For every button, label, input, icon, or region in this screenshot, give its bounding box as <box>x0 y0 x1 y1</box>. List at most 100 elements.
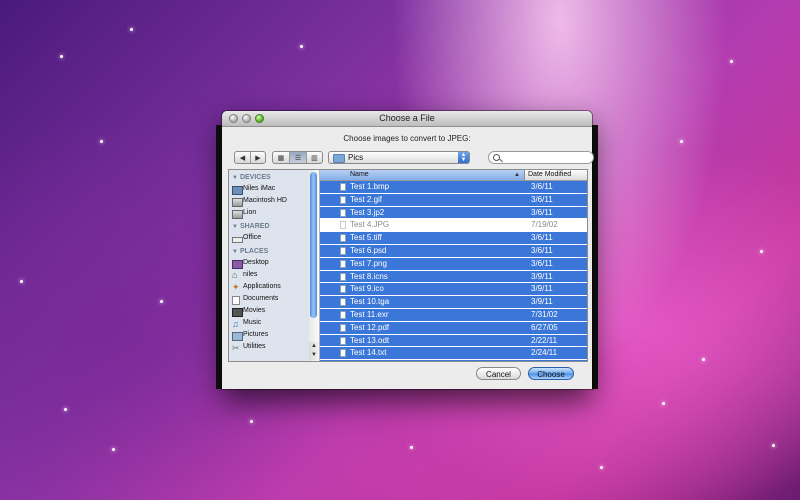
star <box>730 60 733 63</box>
list-view-icon[interactable]: ☰ <box>289 152 307 163</box>
star <box>300 45 303 48</box>
cancel-button[interactable]: Cancel <box>476 367 521 380</box>
file-name: Test 2.gif <box>350 194 383 204</box>
sidebar-section-places[interactable]: ▼ PLACES <box>229 244 309 257</box>
file-row[interactable]: Test 12.pdf 6/27/05 <box>320 321 587 335</box>
hard-drive-icon <box>232 198 243 207</box>
sidebar-item-label: Music <box>243 319 262 326</box>
star <box>250 420 253 423</box>
file-icon <box>340 310 346 319</box>
sidebar-item-lion[interactable]: Lion <box>229 207 309 219</box>
scroll-up-arrow-icon[interactable]: ▲ <box>309 342 319 351</box>
location-popup[interactable]: Pics ▲ ▼ <box>328 151 470 164</box>
file-row[interactable]: Test 9.ico 3/9/11 <box>320 283 587 297</box>
sidebar-section-devices[interactable]: ▼ DEVICES <box>229 170 309 183</box>
sidebar-item-music[interactable]: ♫ Music <box>229 317 309 329</box>
file-row[interactable]: Test 11.exr 7/31/02 <box>320 308 587 322</box>
star <box>160 300 163 303</box>
file-date: 3/6/11 <box>531 194 553 204</box>
file-date: 3/6/11 <box>531 245 553 255</box>
sidebar-section-shared[interactable]: ▼ SHARED <box>229 219 309 232</box>
sidebar-item-label: niles <box>243 271 258 278</box>
sidebar-item-macintosh-hd[interactable]: Macintosh HD <box>229 195 309 207</box>
file-icon <box>340 285 346 294</box>
file-list: Name ▲ Date Modified Test 1.bmp 3/6/11 Test… <box>320 170 587 361</box>
file-browser: ▼ DEVICES Niles iMac Macintosh HD Lion ▼ S… <box>228 169 588 362</box>
file-row[interactable]: Test 2.gif 3/6/11 <box>320 193 587 207</box>
file-name: Test 15.rtf <box>350 360 385 361</box>
forward-arrow-icon[interactable]: ▶ <box>251 152 265 163</box>
disclosure-triangle-icon: ▼ <box>232 249 238 255</box>
sidebar-item-label: Niles iMac <box>243 185 276 192</box>
sidebar-item-niles-imac[interactable]: Niles iMac <box>229 183 309 195</box>
sidebar-item-label: Movies <box>243 307 266 314</box>
column-header-name[interactable]: Name ▲ <box>320 170 525 180</box>
file-row[interactable]: Test 15.rtf 3/25/01 <box>320 360 587 361</box>
folder-icon <box>333 154 345 163</box>
desktop-icon <box>232 260 243 269</box>
star <box>410 446 413 449</box>
file-date: 3/9/11 <box>531 271 553 281</box>
sidebar-header-label: DEVICES <box>239 174 271 181</box>
disclosure-triangle-icon: ▼ <box>232 224 238 230</box>
file-name: Test 5.tiff <box>350 233 382 243</box>
sidebar-item-documents[interactable]: Documents <box>229 293 309 305</box>
file-icon <box>340 246 346 255</box>
sidebar-item-niles[interactable]: ⌂ niles <box>229 269 309 281</box>
icon-view-icon[interactable]: ▦ <box>273 152 290 163</box>
file-row[interactable]: Test 4.JPG 7/19/02 <box>320 219 587 233</box>
back-arrow-icon[interactable]: ◀ <box>235 152 251 163</box>
sidebar-item-label: Utilities <box>243 343 266 350</box>
file-row[interactable]: Test 6.psd 3/6/11 <box>320 244 587 258</box>
file-name: Test 8.icns <box>350 271 388 281</box>
title-bar[interactable]: Choose a File <box>222 111 592 127</box>
movies-icon <box>232 308 243 317</box>
window-shadow-right <box>592 125 598 389</box>
scroll-down-arrow-icon[interactable]: ▼ <box>309 351 319 360</box>
sidebar-item-office[interactable]: Office <box>229 232 309 244</box>
utilities-icon: ✂ <box>232 343 240 353</box>
location-label: Pics <box>348 153 364 162</box>
file-row[interactable]: Test 10.tga 3/9/11 <box>320 296 587 309</box>
file-date: 2/22/11 <box>531 335 558 345</box>
choose-button[interactable]: Choose <box>528 367 574 380</box>
column-view-icon[interactable]: ▥ <box>307 152 322 163</box>
star <box>60 55 63 58</box>
file-name: Test 10.tga <box>350 297 390 307</box>
sidebar-item-utilities[interactable]: ✂ Utilities <box>229 341 309 353</box>
search-field[interactable] <box>488 151 594 164</box>
file-row[interactable]: Test 5.tiff 3/6/11 <box>320 232 587 245</box>
file-icon <box>340 259 346 268</box>
dialog-prompt: Choose images to convert to JPEG: <box>343 134 471 143</box>
file-row[interactable]: Test 8.icns 3/9/11 <box>320 270 587 284</box>
star <box>64 408 67 411</box>
file-row[interactable]: Test 13.odt 2/22/11 <box>320 334 587 348</box>
file-name: Test 7.png <box>350 258 387 268</box>
file-row[interactable]: Test 3.jp2 3/6/11 <box>320 206 587 220</box>
disclosure-triangle-icon: ▼ <box>232 175 238 181</box>
file-name: Test 9.ico <box>350 284 384 294</box>
disk-icon <box>232 210 243 219</box>
sidebar-scrollbar[interactable]: ▲ ▼ <box>309 170 320 361</box>
sidebar-item-applications[interactable]: ✦ Applications <box>229 281 309 293</box>
sidebar-item-movies[interactable]: Movies <box>229 305 309 317</box>
sidebar-item-desktop[interactable]: Desktop <box>229 257 309 269</box>
file-name: Test 14.txt <box>350 348 387 358</box>
star <box>100 140 103 143</box>
file-date: 6/27/05 <box>531 322 558 332</box>
file-row[interactable]: Test 14.txt 2/24/11 <box>320 347 587 361</box>
sidebar-item-pictures[interactable]: Pictures <box>229 329 309 341</box>
file-row[interactable]: Test 7.png 3/6/11 <box>320 257 587 271</box>
choose-file-dialog: Choose a File Choose images to convert t… <box>222 111 594 389</box>
sidebar-item-label: Applications <box>243 283 281 290</box>
column-header-date-modified[interactable]: Date Modified <box>528 170 571 180</box>
home-icon: ⌂ <box>232 270 238 280</box>
imac-icon <box>232 186 243 195</box>
file-row[interactable]: Test 1.bmp 3/6/11 <box>320 181 587 194</box>
star <box>662 402 665 405</box>
file-rows: Test 1.bmp 3/6/11 Test 2.gif 3/6/11 Test 3.j… <box>320 181 587 361</box>
sidebar-header-label: SHARED <box>239 223 270 230</box>
file-name: Test 6.psd <box>350 245 387 255</box>
scrollbar-thumb[interactable] <box>310 172 317 318</box>
sidebar: ▼ DEVICES Niles iMac Macintosh HD Lion ▼ S… <box>229 170 310 361</box>
